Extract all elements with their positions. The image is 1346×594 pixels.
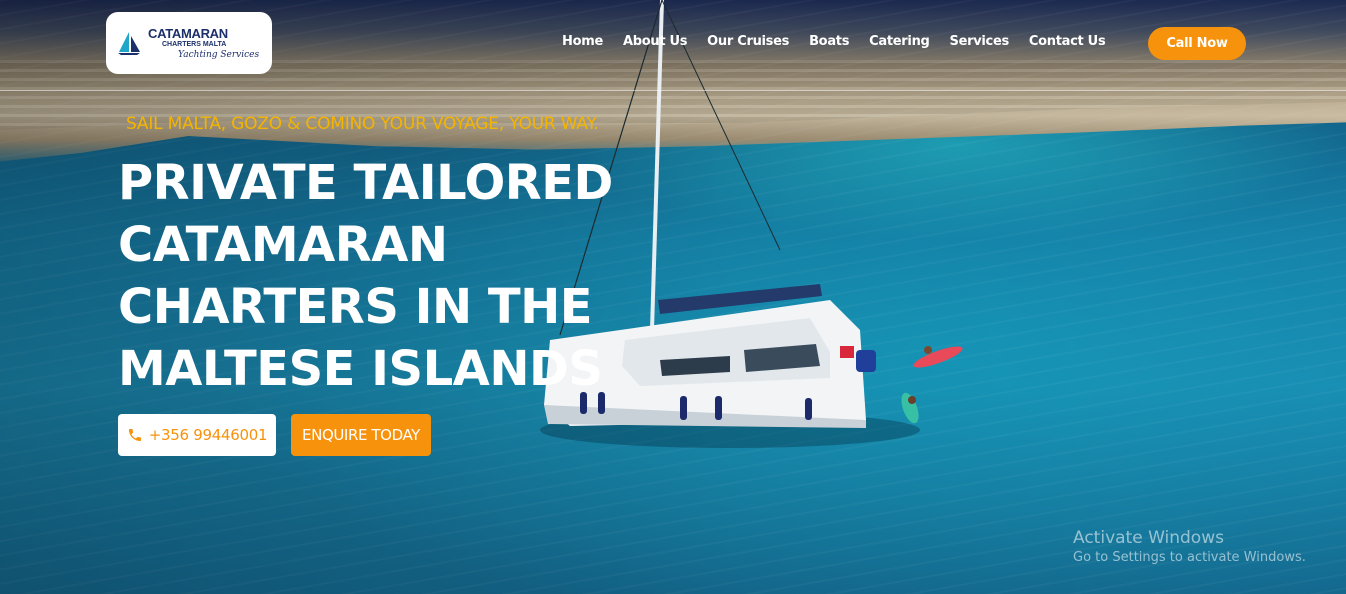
watermark-title: Activate Windows	[1073, 528, 1224, 548]
phone-button[interactable]: +356 99446001	[118, 414, 276, 456]
logo-script: Yachting Services	[178, 49, 260, 60]
hero-tagline: SAIL MALTA, GOZO & COMINO YOUR VOYAGE, Y…	[126, 114, 599, 134]
nav-services[interactable]: Services	[950, 34, 1010, 49]
headline-line: PRIVATE TAILORED	[118, 155, 613, 211]
nav-our-cruises[interactable]: Our Cruises	[707, 34, 789, 49]
phone-icon	[128, 429, 141, 441]
logo-text: CATAMARAN CHARTERS MALTA Yachting Servic…	[148, 27, 259, 60]
nav-contact-us[interactable]: Contact Us	[1029, 34, 1106, 49]
phone-number: +356 99446001	[148, 426, 268, 444]
enquire-today-button[interactable]: ENQUIRE TODAY	[291, 414, 431, 456]
hero-headline: PRIVATE TAILORED CATAMARAN CHARTERS IN T…	[118, 152, 638, 400]
sailboat-icon	[118, 32, 140, 55]
headline-line: CHARTERS IN THE	[118, 279, 593, 335]
nav-home[interactable]: Home	[562, 34, 603, 49]
nav-about-us[interactable]: About Us	[623, 34, 687, 49]
logo-title: CATAMARAN	[148, 25, 228, 41]
call-now-button[interactable]: Call Now	[1148, 27, 1246, 60]
logo-subtitle: CHARTERS MALTA	[162, 40, 227, 48]
headline-line: MALTESE ISLANDS	[118, 341, 603, 397]
watermark-subtitle: Go to Settings to activate Windows.	[1073, 550, 1306, 565]
header-divider	[0, 90, 1346, 91]
nav-catering[interactable]: Catering	[869, 34, 930, 49]
main-nav: Home About Us Our Cruises Boats Catering…	[562, 34, 1125, 49]
headline-line: CATAMARAN	[118, 217, 448, 273]
windows-activation-watermark: Activate Windows Go to Settings to activ…	[1073, 528, 1306, 565]
site-logo[interactable]: CATAMARAN CHARTERS MALTA Yachting Servic…	[106, 12, 272, 74]
nav-boats[interactable]: Boats	[809, 34, 849, 49]
